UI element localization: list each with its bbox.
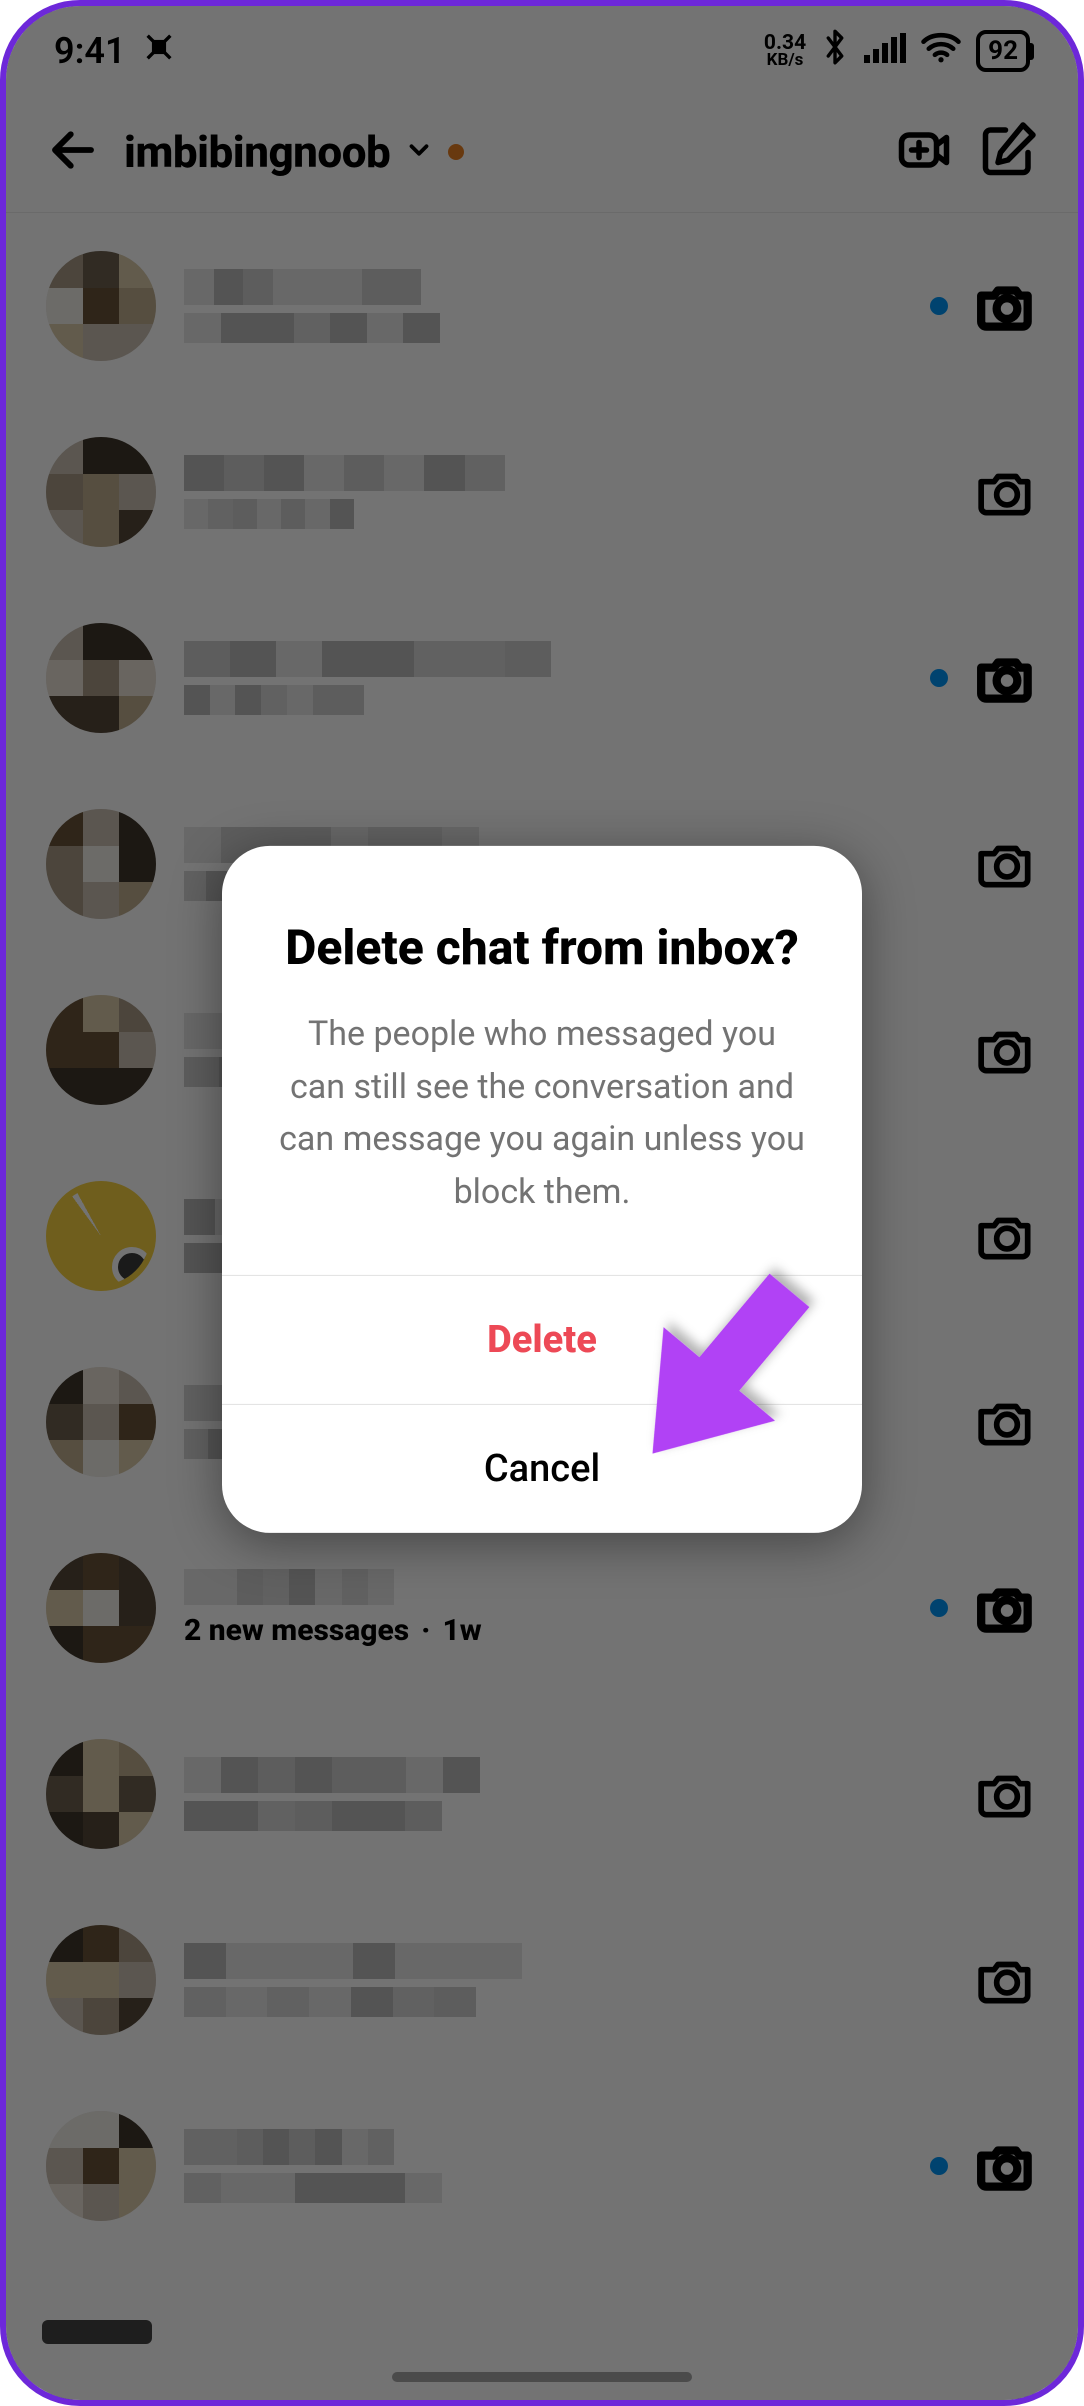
dialog-message: The people who messaged you can still se… (278, 1008, 806, 1219)
delete-chat-dialog: Delete chat from inbox? The people who m… (222, 846, 862, 1533)
delete-button[interactable]: Delete (222, 1275, 862, 1404)
cancel-button[interactable]: Cancel (222, 1404, 862, 1533)
dialog-title: Delete chat from inbox? (278, 918, 806, 978)
